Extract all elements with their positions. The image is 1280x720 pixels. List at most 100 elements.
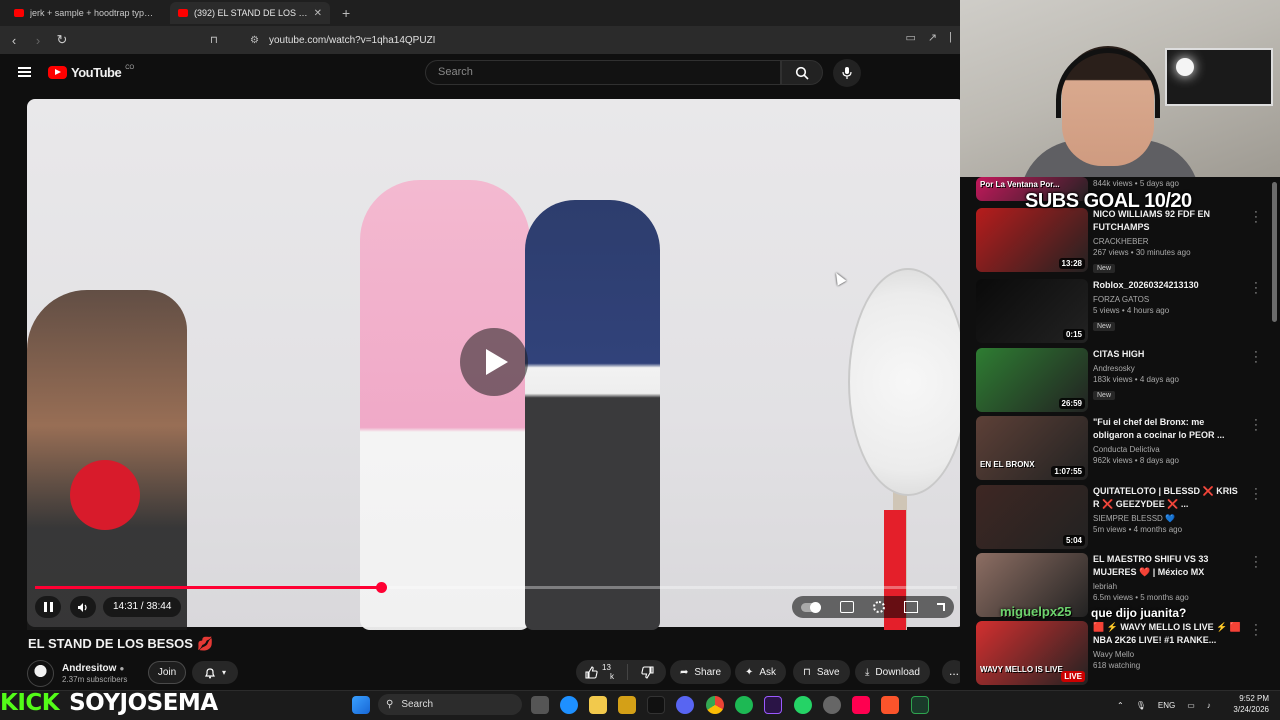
- miniplayer-icon[interactable]: [903, 601, 918, 613]
- cast-icon[interactable]: ▭: [906, 31, 916, 44]
- video-thumbnail[interactable]: 0:15: [976, 279, 1088, 343]
- volume-tray-icon[interactable]: ♪: [1207, 701, 1211, 710]
- site-info-icon[interactable]: ⚙: [250, 35, 259, 46]
- notifications-button[interactable]: ▾: [192, 661, 238, 684]
- voice-search-button[interactable]: [833, 59, 861, 87]
- windows-start-icon[interactable]: [352, 696, 370, 714]
- video-thumbnail[interactable]: EN EL BRONX 1:07:55: [976, 416, 1088, 480]
- autoplay-toggle-icon[interactable]: [801, 601, 822, 613]
- more-options-icon[interactable]: · · ·: [1252, 207, 1260, 228]
- recommendation-title[interactable]: "Fui el chef del Bronx: me obligaron a c…: [1093, 416, 1243, 442]
- recommendation-item[interactable]: EN EL BRONX 1:07:55 "Fui el chef del Bronx…: [976, 415, 1276, 482]
- fullscreen-icon[interactable]: [936, 603, 945, 611]
- channel-avatar[interactable]: [27, 659, 54, 687]
- video-thumbnail[interactable]: WAVY MELLO IS LIVE LIVE: [976, 621, 1088, 685]
- like-dislike-group: 13 k: [576, 660, 666, 684]
- recommendation-title[interactable]: QUITATELOTO | BLESSD ❌ KRIS R ❌ GEEZYDEE…: [1093, 485, 1243, 511]
- premiere-icon[interactable]: [764, 696, 782, 714]
- progress-scrubber[interactable]: [375, 582, 387, 593]
- like-button[interactable]: 13 k: [576, 663, 628, 681]
- recommendation-item[interactable]: WAVY MELLO IS LIVE LIVE 🟥 ⚡ WAVY MELLO IS …: [976, 620, 1276, 687]
- share-page-icon[interactable]: ↗: [928, 31, 937, 44]
- terminal-icon[interactable]: [911, 696, 929, 714]
- menu-icon[interactable]: [18, 67, 31, 77]
- progress-bar[interactable]: [35, 582, 957, 593]
- browser-menu-icon[interactable]: |: [949, 31, 952, 44]
- search-icon: [795, 66, 809, 80]
- task-view-icon[interactable]: [531, 696, 549, 714]
- download-button[interactable]: ⤓ Download: [855, 660, 930, 684]
- recommendation-title[interactable]: CITAS HIGH: [1093, 348, 1243, 361]
- recommendation-channel[interactable]: SIEMPRE BLESSD 💙: [1093, 514, 1243, 523]
- recommendation-title[interactable]: Roblox_20260324213130: [1093, 279, 1243, 292]
- file-explorer-icon[interactable]: [589, 696, 607, 714]
- recommendation-channel[interactable]: FORZA GATOS: [1093, 295, 1243, 304]
- recommendation-channel[interactable]: Wavy Mello: [1093, 650, 1243, 659]
- discord-icon[interactable]: [676, 696, 694, 714]
- tiktok-icon[interactable]: [647, 696, 665, 714]
- search-input[interactable]: Search: [425, 60, 781, 85]
- new-tab-button[interactable]: +: [334, 5, 358, 21]
- browser-tab[interactable]: jerk + sample + hoodtrap type beat: [6, 2, 166, 24]
- more-options-icon[interactable]: · · ·: [1252, 484, 1260, 505]
- reload-icon[interactable]: ↻: [52, 32, 72, 48]
- sidebar-scrollbar[interactable]: [1272, 182, 1277, 322]
- network-icon[interactable]: ▭: [1187, 701, 1195, 710]
- bookmark-icon[interactable]: ⊓: [210, 35, 218, 46]
- join-button[interactable]: Join: [148, 661, 186, 684]
- microphone-tray-icon[interactable]: 🎙: [1136, 701, 1146, 710]
- brave-icon[interactable]: [881, 696, 899, 714]
- close-tab-icon[interactable]: ✕: [314, 8, 322, 19]
- url-field[interactable]: ⊓ ⚙ youtube.com/watch?v=1qha14QPUZI: [210, 29, 940, 51]
- search-button[interactable]: [781, 60, 823, 85]
- forward-icon[interactable]: ›: [28, 33, 48, 48]
- chevron-up-icon[interactable]: ⌃: [1117, 701, 1124, 710]
- recommendation-title[interactable]: 🟥 ⚡ WAVY MELLO IS LIVE ⚡ 🟥 NBA 2K26 LIVE…: [1093, 621, 1243, 647]
- recommendation-channel[interactable]: CRACKHEBER: [1093, 237, 1243, 246]
- back-icon[interactable]: ‹: [4, 33, 24, 48]
- spotify-icon[interactable]: [735, 696, 753, 714]
- tiktok-live-icon[interactable]: [852, 696, 870, 714]
- recommendation-item[interactable]: 5:04 QUITATELOTO | BLESSD ❌ KRIS R ❌ GEEZ…: [976, 484, 1276, 551]
- recommendation-item[interactable]: 26:59 CITAS HIGH Andresosky 183k views • 4 …: [976, 347, 1276, 414]
- kick-logo: KICK: [0, 690, 60, 716]
- video-thumbnail[interactable]: 26:59: [976, 348, 1088, 412]
- channel-name[interactable]: Andresitow: [62, 663, 116, 674]
- volume-button[interactable]: [70, 596, 96, 618]
- recommendation-channel[interactable]: lebriah: [1093, 582, 1243, 591]
- browser-tab-active[interactable]: (392) EL STAND DE LOS BESOS ✕: [170, 2, 330, 24]
- obs-icon[interactable]: [823, 696, 841, 714]
- youtube-logo[interactable]: YouTube CO: [48, 65, 134, 80]
- language-indicator[interactable]: ENG: [1158, 701, 1175, 710]
- recommendation-channel[interactable]: Conducta Delictiva: [1093, 445, 1243, 454]
- new-badge: New: [1093, 322, 1116, 331]
- verified-icon: ●: [119, 663, 125, 673]
- recommendation-title[interactable]: EL MAESTRO SHIFU VS 33 MUJERES ❤️ | Méxi…: [1093, 553, 1243, 579]
- thumbs-up-icon: [585, 665, 598, 679]
- recommendation-channel[interactable]: Andresosky: [1093, 364, 1243, 373]
- ask-button[interactable]: ✦ Ask: [735, 660, 787, 684]
- save-button[interactable]: ⊓ Save: [793, 660, 850, 684]
- edge-icon[interactable]: [560, 696, 578, 714]
- video-thumbnail[interactable]: 13:28: [976, 208, 1088, 272]
- video-thumbnail[interactable]: 5:04: [976, 485, 1088, 549]
- video-frame-wheel: [848, 268, 968, 496]
- taskbar-search[interactable]: ⚲ Search: [378, 694, 522, 715]
- dislike-button[interactable]: [628, 665, 666, 679]
- chrome-icon[interactable]: [706, 696, 724, 714]
- store-icon[interactable]: [618, 696, 636, 714]
- play-overlay-icon[interactable]: [460, 328, 528, 396]
- more-options-icon[interactable]: · · ·: [1252, 552, 1260, 573]
- more-options-icon[interactable]: · · ·: [1252, 620, 1260, 641]
- settings-icon[interactable]: [872, 601, 885, 613]
- more-options-icon[interactable]: · · ·: [1252, 415, 1260, 436]
- whatsapp-icon[interactable]: [794, 696, 812, 714]
- taskbar-clock[interactable]: 9:52 PM 3/24/2026: [1229, 693, 1269, 715]
- recommendation-item[interactable]: 0:15 Roblox_20260324213130 FORZA GATOS 5 vi…: [976, 278, 1276, 345]
- more-options-icon[interactable]: · · ·: [1252, 347, 1260, 368]
- recommendation-item[interactable]: 13:28 NICO WILLIAMS 92 FDF EN FUTCHAMPS CR…: [976, 207, 1276, 274]
- share-button[interactable]: ➦ Share: [670, 660, 732, 684]
- pause-button[interactable]: [35, 596, 61, 618]
- subtitles-icon[interactable]: [840, 601, 855, 613]
- more-options-icon[interactable]: · · ·: [1252, 278, 1260, 299]
